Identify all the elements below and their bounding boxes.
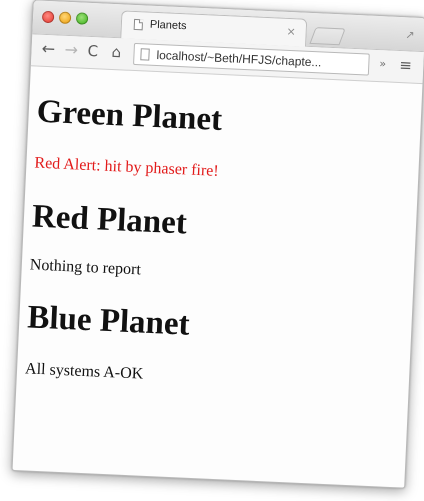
tab-close-icon[interactable]: × xyxy=(286,25,296,38)
forward-arrow-icon[interactable]: → xyxy=(64,40,78,60)
fullscreen-icon[interactable]: ↗ xyxy=(405,28,415,41)
page-icon xyxy=(133,18,144,31)
window-controls xyxy=(41,10,89,25)
browser-stage: Planets × ↗ ← → C ⌂ localhost/~Beth/HFJS… xyxy=(0,0,424,501)
back-arrow-icon[interactable]: ← xyxy=(41,39,55,59)
reload-icon[interactable]: C xyxy=(87,42,98,60)
chevron-double-right-icon[interactable]: » xyxy=(379,57,386,70)
browser-window: Planets × ↗ ← → C ⌂ localhost/~Beth/HFJS… xyxy=(11,0,424,489)
close-icon[interactable] xyxy=(41,10,55,24)
maximize-icon[interactable] xyxy=(75,12,89,25)
new-tab-icon[interactable] xyxy=(309,27,346,46)
tab-title: Planets xyxy=(149,18,187,33)
home-icon[interactable]: ⌂ xyxy=(111,43,121,61)
url-text[interactable]: localhost/~Beth/HFJS/chapte... xyxy=(156,48,322,69)
url-page-icon xyxy=(140,48,150,61)
hamburger-menu-icon[interactable]: ≡ xyxy=(399,56,412,75)
address-bar[interactable]: localhost/~Beth/HFJS/chapte... xyxy=(133,42,370,76)
minimize-icon[interactable] xyxy=(58,11,72,25)
page-content: Green Planet Red Alert: hit by phaser fi… xyxy=(17,66,423,396)
